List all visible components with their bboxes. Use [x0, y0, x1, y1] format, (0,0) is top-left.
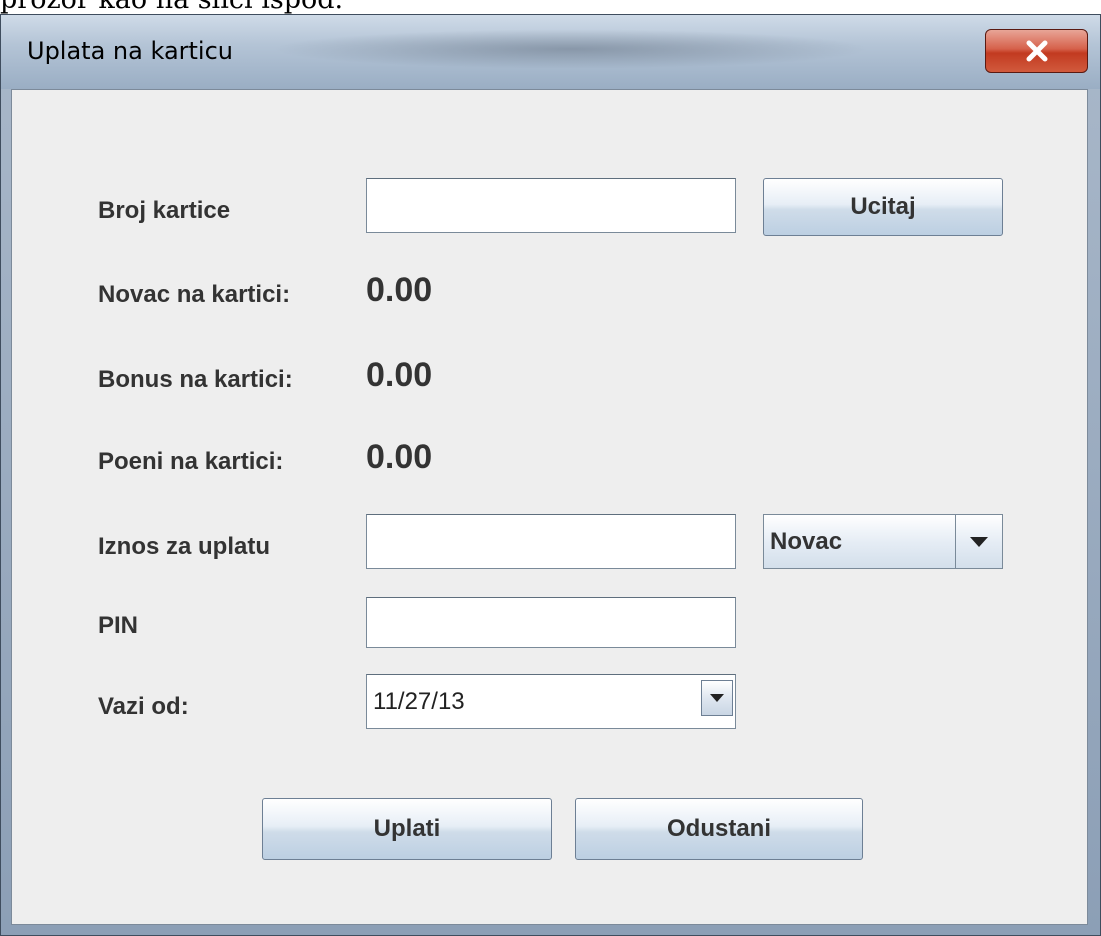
amount-input[interactable] [366, 514, 736, 569]
title-bar: Uplata na karticu [1, 15, 1100, 89]
close-button[interactable] [985, 29, 1088, 73]
close-icon [1026, 40, 1047, 62]
pin-label: PIN [98, 612, 139, 639]
amount-type-select[interactable]: Novac [763, 514, 1003, 569]
points-value: 0.00 [366, 438, 433, 476]
chevron-down-icon [970, 536, 988, 547]
card-number-input[interactable] [366, 178, 736, 233]
money-value: 0.00 [366, 271, 433, 309]
cancel-button[interactable]: Odustani [575, 798, 863, 860]
dialog-content: Broj kartice Ucitaj Novac na kartici: 0.… [11, 89, 1088, 925]
window-title: Uplata na karticu [27, 37, 234, 65]
bonus-value: 0.00 [366, 356, 433, 394]
valid-from-dropdown-button[interactable] [701, 680, 733, 716]
valid-from-value: 11/27/13 [373, 687, 465, 715]
points-label: Poeni na kartici: [98, 448, 284, 475]
document-caption: prozor kao na slici ispod. [0, 0, 1101, 14]
chevron-down-icon [710, 694, 724, 702]
valid-from-label: Vazi od: [98, 693, 189, 720]
valid-from-date-picker[interactable]: 11/27/13 [366, 674, 736, 729]
pay-button[interactable]: Uplati [262, 798, 552, 860]
dialog-window: Uplata na karticu Broj kartice Ucitaj No… [0, 14, 1101, 936]
money-label: Novac na kartici: [98, 281, 291, 308]
card-number-label: Broj kartice [98, 197, 231, 224]
amount-label: Iznos za uplatu [98, 533, 271, 560]
pin-input[interactable] [366, 597, 736, 648]
amount-type-dropdown-button[interactable] [955, 515, 1002, 568]
bonus-label: Bonus na kartici: [98, 366, 293, 393]
load-button[interactable]: Ucitaj [763, 178, 1003, 236]
amount-type-selected: Novac [770, 527, 843, 555]
